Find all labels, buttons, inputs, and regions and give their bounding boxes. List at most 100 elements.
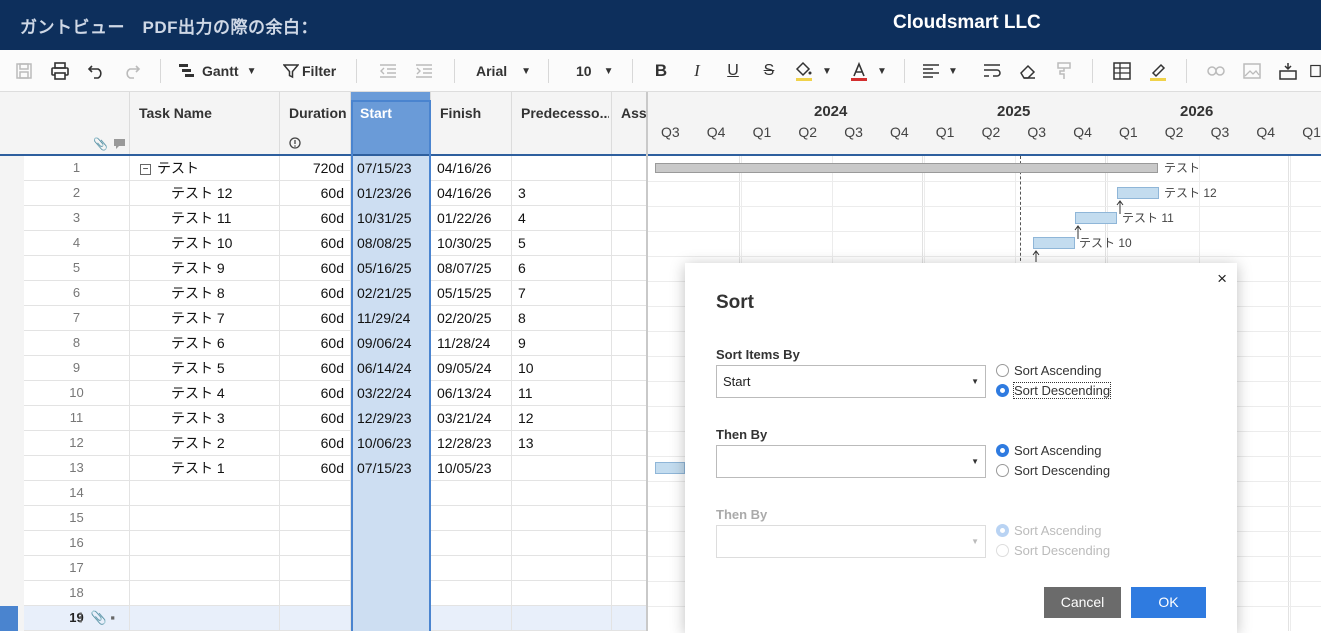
- gantt-bar[interactable]: [1033, 237, 1075, 249]
- duration-cell[interactable]: 60d: [280, 456, 351, 481]
- fill-color-button[interactable]: ▼: [794, 58, 840, 84]
- predecessors-cell[interactable]: [512, 156, 612, 181]
- sort-field-1-select[interactable]: Start ▼: [716, 365, 986, 398]
- duration-cell[interactable]: [280, 606, 351, 631]
- start-cell[interactable]: [351, 506, 431, 531]
- task-name-cell[interactable]: − テスト: [130, 156, 280, 181]
- predecessors-cell[interactable]: [512, 531, 612, 556]
- table-row[interactable]: 11 テスト 3 60d 12/29/23 03/21/24 12: [24, 406, 646, 431]
- task-name-cell[interactable]: [130, 606, 280, 631]
- assigned-cell[interactable]: [612, 556, 646, 581]
- format-painter-icon[interactable]: [1052, 58, 1076, 84]
- duration-cell[interactable]: [280, 531, 351, 556]
- predecessors-cell[interactable]: 11: [512, 381, 612, 406]
- start-cell[interactable]: 07/15/23: [351, 156, 431, 181]
- finish-cell[interactable]: 03/21/24: [431, 406, 512, 431]
- start-cell[interactable]: 08/08/25: [351, 231, 431, 256]
- gantt-bar[interactable]: [1117, 187, 1159, 199]
- font-family-select[interactable]: Arial ▼: [470, 58, 534, 84]
- predecessors-cell[interactable]: 6: [512, 256, 612, 281]
- assigned-cell[interactable]: [612, 181, 646, 206]
- assigned-cell[interactable]: [612, 206, 646, 231]
- task-name-cell[interactable]: [130, 581, 280, 606]
- table-row[interactable]: 17: [24, 556, 646, 581]
- gantt-bar[interactable]: [655, 462, 685, 474]
- task-name-cell[interactable]: [130, 531, 280, 556]
- italic-icon[interactable]: I: [686, 58, 708, 84]
- finish-cell[interactable]: 10/30/25: [431, 231, 512, 256]
- task-name-cell[interactable]: テスト 2: [130, 431, 280, 456]
- task-name-cell[interactable]: [130, 556, 280, 581]
- cancel-button[interactable]: Cancel: [1044, 587, 1121, 618]
- table-row[interactable]: 3 テスト 11 60d 10/31/25 01/22/26 4: [24, 206, 646, 231]
- ok-button[interactable]: OK: [1131, 587, 1206, 618]
- sort-1-ascending-radio[interactable]: Sort Ascending: [996, 363, 1101, 378]
- predecessors-cell[interactable]: 10: [512, 356, 612, 381]
- indent-icon[interactable]: [412, 58, 436, 84]
- start-cell[interactable]: 11/29/24: [351, 306, 431, 331]
- column-header-start[interactable]: Start: [351, 92, 431, 154]
- duration-cell[interactable]: 60d: [280, 431, 351, 456]
- predecessors-cell[interactable]: [512, 581, 612, 606]
- redo-icon[interactable]: [120, 58, 144, 84]
- table-row[interactable]: 18: [24, 581, 646, 606]
- finish-cell[interactable]: [431, 606, 512, 631]
- table-row[interactable]: 9 テスト 5 60d 06/14/24 09/05/24 10: [24, 356, 646, 381]
- column-header-duration[interactable]: Duration: [280, 92, 351, 154]
- finish-cell[interactable]: 06/13/24: [431, 381, 512, 406]
- duration-cell[interactable]: 720d: [280, 156, 351, 181]
- outdent-icon[interactable]: [376, 58, 400, 84]
- assigned-cell[interactable]: [612, 406, 646, 431]
- text-color-button[interactable]: ▼: [849, 58, 893, 84]
- assigned-cell[interactable]: [612, 231, 646, 256]
- task-name-cell[interactable]: [130, 506, 280, 531]
- predecessors-cell[interactable]: 5: [512, 231, 612, 256]
- table-icon[interactable]: [1110, 58, 1134, 84]
- print-icon[interactable]: [47, 58, 73, 84]
- font-size-select[interactable]: 10 ▼: [570, 58, 618, 84]
- duration-cell[interactable]: 60d: [280, 406, 351, 431]
- duration-cell[interactable]: 60d: [280, 206, 351, 231]
- table-row[interactable]: 2 テスト 12 60d 01/23/26 04/16/26 3: [24, 181, 646, 206]
- duration-cell[interactable]: [280, 556, 351, 581]
- assigned-cell[interactable]: [612, 506, 646, 531]
- table-row[interactable]: 7 テスト 7 60d 11/29/24 02/20/25 8: [24, 306, 646, 331]
- assigned-cell[interactable]: [612, 606, 646, 631]
- finish-cell[interactable]: 11/28/24: [431, 331, 512, 356]
- table-row[interactable]: 12 テスト 2 60d 10/06/23 12/28/23 13: [24, 431, 646, 456]
- sort-1-descending-radio[interactable]: Sort Descending: [996, 382, 1112, 399]
- task-name-cell[interactable]: テスト 8: [130, 281, 280, 306]
- assigned-cell[interactable]: [612, 431, 646, 456]
- filter-button[interactable]: Filter: [283, 58, 339, 84]
- assigned-cell[interactable]: [612, 581, 646, 606]
- finish-cell[interactable]: 08/07/25: [431, 256, 512, 281]
- row-actions-icons[interactable]: ⋮ 📎 ▪: [74, 606, 115, 630]
- start-cell[interactable]: 10/31/25: [351, 206, 431, 231]
- finish-cell[interactable]: 01/22/26: [431, 206, 512, 231]
- table-row[interactable]: 1 − テスト 720d 07/15/23 04/16/26: [24, 156, 646, 181]
- assigned-cell[interactable]: [612, 456, 646, 481]
- table-row[interactable]: 15: [24, 506, 646, 531]
- duration-cell[interactable]: 60d: [280, 181, 351, 206]
- align-button[interactable]: ▼: [922, 58, 968, 84]
- save-icon[interactable]: [12, 58, 36, 84]
- duration-cell[interactable]: 60d: [280, 381, 351, 406]
- start-cell[interactable]: 07/15/23: [351, 456, 431, 481]
- predecessors-cell[interactable]: 12: [512, 406, 612, 431]
- insert-row-icon[interactable]: [1276, 58, 1300, 84]
- duration-cell[interactable]: 60d: [280, 331, 351, 356]
- task-name-cell[interactable]: テスト 12: [130, 181, 280, 206]
- column-header-predecessors[interactable]: Predecesso...: [512, 92, 612, 154]
- start-cell[interactable]: [351, 581, 431, 606]
- duration-cell[interactable]: [280, 506, 351, 531]
- start-cell[interactable]: [351, 556, 431, 581]
- duration-cell[interactable]: [280, 481, 351, 506]
- start-cell[interactable]: 06/14/24: [351, 356, 431, 381]
- assigned-cell[interactable]: [612, 356, 646, 381]
- start-cell[interactable]: 09/06/24: [351, 331, 431, 356]
- predecessors-cell[interactable]: 4: [512, 206, 612, 231]
- predecessors-cell[interactable]: 8: [512, 306, 612, 331]
- gantt-bar[interactable]: [1075, 212, 1117, 224]
- eraser-icon[interactable]: [1016, 58, 1040, 84]
- table-row[interactable]: 19 ⋮ 📎 ▪: [0, 606, 646, 631]
